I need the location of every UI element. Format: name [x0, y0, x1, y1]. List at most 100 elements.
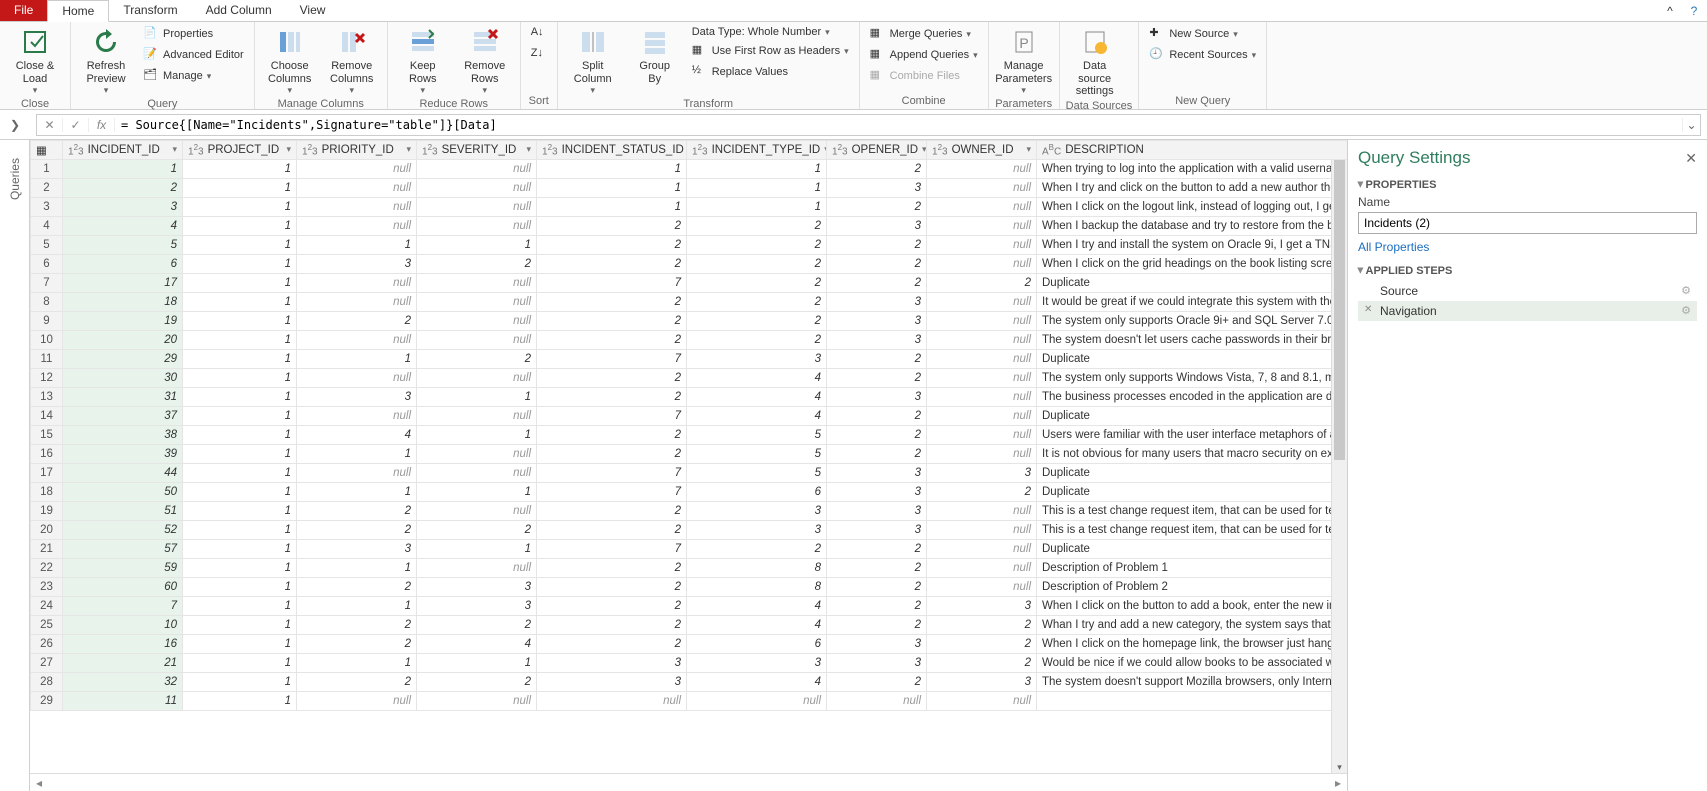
cell[interactable]: 50	[63, 483, 183, 502]
cell[interactable]: Description of Problem 1	[1037, 559, 1348, 578]
cell[interactable]: 5	[63, 236, 183, 255]
cell[interactable]: null	[417, 331, 537, 350]
cell[interactable]: 2	[297, 521, 417, 540]
cell[interactable]: 6	[687, 635, 827, 654]
cell[interactable]: 1	[297, 597, 417, 616]
merge-queries-button[interactable]: ▦Merge Queries	[866, 24, 982, 44]
cell[interactable]: 1	[183, 179, 297, 198]
cell[interactable]: 21	[63, 654, 183, 673]
cell[interactable]: null	[927, 160, 1037, 179]
cell[interactable]: 2	[827, 540, 927, 559]
row-number[interactable]: 4	[31, 217, 63, 236]
advanced-editor-button[interactable]: 📝Advanced Editor	[139, 45, 248, 65]
cell[interactable]: 2	[537, 369, 687, 388]
split-column-button[interactable]: Split Column	[564, 24, 622, 98]
cell[interactable]: 1	[417, 388, 537, 407]
cell[interactable]: 2	[537, 293, 687, 312]
table-row[interactable]: 14371nullnull742nullDuplicate	[31, 407, 1348, 426]
tab-view[interactable]: View	[286, 0, 340, 21]
cell[interactable]: null	[687, 692, 827, 711]
cell[interactable]: null	[927, 255, 1037, 274]
applied-step-source[interactable]: Source⚙	[1358, 281, 1697, 301]
cell[interactable]: 2	[537, 331, 687, 350]
row-number[interactable]: 15	[31, 426, 63, 445]
row-number[interactable]: 8	[31, 293, 63, 312]
cell[interactable]: 1	[183, 217, 297, 236]
refresh-preview-button[interactable]: Refresh Preview	[77, 24, 135, 98]
cell[interactable]: 2	[687, 540, 827, 559]
cell[interactable]: 3	[297, 388, 417, 407]
cell[interactable]: 1	[183, 236, 297, 255]
cell[interactable]: 2	[297, 502, 417, 521]
cell[interactable]: null	[927, 331, 1037, 350]
cell[interactable]: 1	[183, 559, 297, 578]
cell[interactable]: 2	[827, 160, 927, 179]
cell[interactable]: 2	[297, 673, 417, 692]
applied-step-navigation[interactable]: Navigation⚙	[1358, 301, 1697, 321]
row-number[interactable]: 7	[31, 274, 63, 293]
cell[interactable]: null	[927, 369, 1037, 388]
cell[interactable]: 2	[537, 502, 687, 521]
cell[interactable]: 20	[63, 331, 183, 350]
remove-rows-button[interactable]: Remove Rows	[456, 24, 514, 98]
fx-icon[interactable]: fx	[89, 118, 115, 132]
column-header-incident_status_id[interactable]: 123INCIDENT_STATUS_ID▾	[537, 141, 687, 160]
cell[interactable]: 1	[183, 407, 297, 426]
cell[interactable]: 3	[827, 217, 927, 236]
column-header-incident_type_id[interactable]: 123INCIDENT_TYPE_ID▾	[687, 141, 827, 160]
formula-expand-icon[interactable]: ⌄	[1682, 118, 1700, 132]
row-number[interactable]: 18	[31, 483, 63, 502]
cell[interactable]: null	[927, 198, 1037, 217]
table-row[interactable]: 1538141252nullUsers were familiar with t…	[31, 426, 1348, 445]
cell[interactable]: Duplicate	[1037, 540, 1348, 559]
table-row[interactable]: 221nullnull113nullWhen I try and click o…	[31, 179, 1348, 198]
cell[interactable]: 17	[63, 274, 183, 293]
cell[interactable]: 1	[297, 483, 417, 502]
cell[interactable]: 2	[927, 274, 1037, 293]
cell[interactable]: 2	[827, 578, 927, 597]
table-row[interactable]: 10201nullnull223nullThe system doesn't l…	[31, 331, 1348, 350]
cell[interactable]: The system only supports Oracle 9i+ and …	[1037, 312, 1348, 331]
cell[interactable]: null	[417, 312, 537, 331]
cell[interactable]: 4	[687, 616, 827, 635]
cell[interactable]: When I try and install the system on Ora…	[1037, 236, 1348, 255]
row-number[interactable]: 16	[31, 445, 63, 464]
table-row[interactable]: 26161242632When I click on the homepage …	[31, 635, 1348, 654]
cell[interactable]: null	[927, 179, 1037, 198]
cell[interactable]: 7	[63, 597, 183, 616]
cell[interactable]: 1	[183, 388, 297, 407]
cell[interactable]: 1	[183, 521, 297, 540]
cell[interactable]: 1	[183, 597, 297, 616]
replace-values-button[interactable]: ½Replace Values	[688, 62, 853, 82]
table-row[interactable]: 1331131243nullThe business processes enc…	[31, 388, 1348, 407]
row-number[interactable]: 20	[31, 521, 63, 540]
cell[interactable]: Duplicate	[1037, 274, 1348, 293]
cell[interactable]: 1	[537, 179, 687, 198]
formula-commit-icon[interactable]: ✓	[63, 118, 89, 132]
cell[interactable]: Whan I try and add a new category, the s…	[1037, 616, 1348, 635]
cell[interactable]: 1	[183, 293, 297, 312]
cell[interactable]: 2	[537, 388, 687, 407]
scroll-left-icon[interactable]: ◂	[36, 776, 42, 790]
row-number[interactable]: 3	[31, 198, 63, 217]
row-number[interactable]: 23	[31, 578, 63, 597]
table-row[interactable]: 55111222nullWhen I try and install the s…	[31, 236, 1348, 255]
cell[interactable]: 31	[63, 388, 183, 407]
sort-asc-button[interactable]: A↓	[527, 24, 551, 44]
cell[interactable]: null	[297, 407, 417, 426]
cell[interactable]: 59	[63, 559, 183, 578]
cell[interactable]: It would be great if we could integrate …	[1037, 293, 1348, 312]
cell[interactable]: null	[927, 350, 1037, 369]
cell[interactable]: 2	[417, 255, 537, 274]
cell[interactable]: 3	[927, 673, 1037, 692]
cell[interactable]: Would be nice if we could allow books to…	[1037, 654, 1348, 673]
formula-input[interactable]	[115, 118, 1682, 132]
cell[interactable]: null	[297, 160, 417, 179]
cell[interactable]: 1	[183, 616, 297, 635]
cell[interactable]: 2	[417, 616, 537, 635]
cell[interactable]: 2	[827, 198, 927, 217]
table-row[interactable]: 2052122233nullThis is a test change requ…	[31, 521, 1348, 540]
table-row[interactable]: 8181nullnull223nullIt would be great if …	[31, 293, 1348, 312]
cell[interactable]: 1	[297, 350, 417, 369]
tab-home[interactable]: Home	[47, 0, 109, 22]
